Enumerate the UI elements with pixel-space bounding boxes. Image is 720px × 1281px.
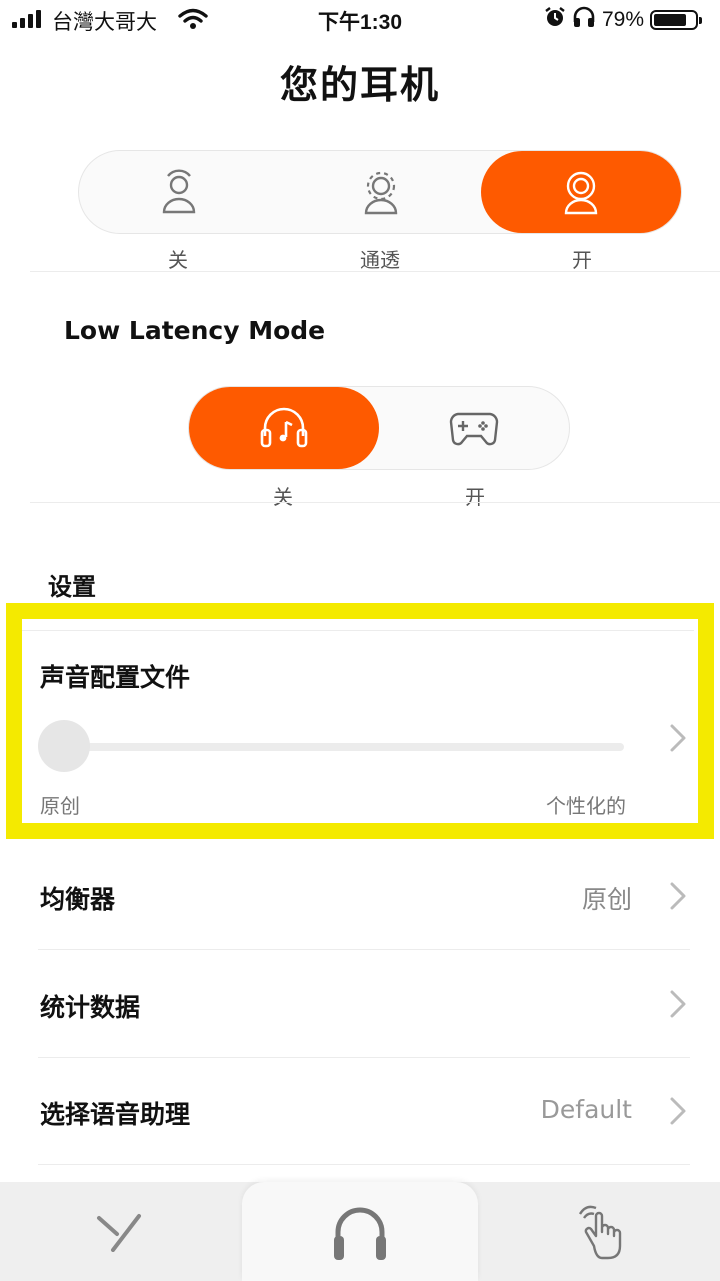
anc-label-on: 开	[572, 250, 592, 272]
anc-option-off[interactable]	[79, 151, 279, 233]
headphones-music-icon	[260, 407, 308, 448]
settings-heading: 设置	[48, 574, 96, 601]
headphones-icon	[334, 1207, 386, 1260]
divider	[38, 1057, 690, 1058]
person-icon	[162, 169, 196, 214]
status-bar: 台灣大哥大 下午1:30 79%	[0, 0, 720, 40]
anc-option-on[interactable]	[481, 151, 681, 233]
low-latency-heading: Low Latency Mode	[64, 316, 326, 345]
page-title: 您的耳机	[279, 65, 440, 107]
equalizer-value: 原创	[581, 886, 632, 914]
low-latency-control	[188, 386, 570, 470]
battery-text: 79%	[601, 8, 644, 31]
alarm-icon	[544, 6, 566, 34]
person-anc-icon	[564, 171, 598, 215]
chevron-right-icon	[670, 990, 686, 1018]
highlight-box	[6, 603, 714, 839]
y-logo-icon	[97, 1213, 141, 1252]
low-latency-option-off[interactable]	[189, 387, 379, 469]
statistics-title: 统计数据	[40, 994, 141, 1022]
divider	[30, 502, 720, 503]
voice-assistant-title: 选择语音助理	[40, 1101, 191, 1129]
low-latency-option-on[interactable]	[379, 387, 569, 469]
equalizer-title: 均衡器	[40, 886, 116, 914]
low-latency-label-on: 开	[465, 487, 485, 509]
chevron-right-icon	[670, 1097, 686, 1125]
battery-icon	[650, 10, 702, 30]
divider	[38, 949, 690, 950]
voice-assistant-value: Default	[540, 1095, 632, 1124]
anc-label-off: 关	[168, 250, 188, 272]
chevron-right-icon	[670, 882, 686, 910]
touch-gesture-icon	[578, 1205, 622, 1259]
tab-touch-controls[interactable]	[480, 1182, 720, 1281]
gamepad-icon	[449, 412, 499, 446]
anc-label-transparency: 通透	[360, 250, 400, 272]
tab-headphones[interactable]	[242, 1182, 478, 1281]
headphones-status-icon	[572, 6, 596, 34]
divider	[38, 1164, 690, 1165]
divider	[30, 271, 720, 272]
low-latency-label-off: 关	[273, 487, 293, 509]
bottom-tab-bar	[0, 1182, 720, 1281]
anc-mode-control	[78, 150, 682, 234]
tab-home[interactable]	[0, 1182, 240, 1281]
anc-option-transparency[interactable]	[281, 151, 481, 233]
person-ambient-icon	[364, 171, 398, 215]
